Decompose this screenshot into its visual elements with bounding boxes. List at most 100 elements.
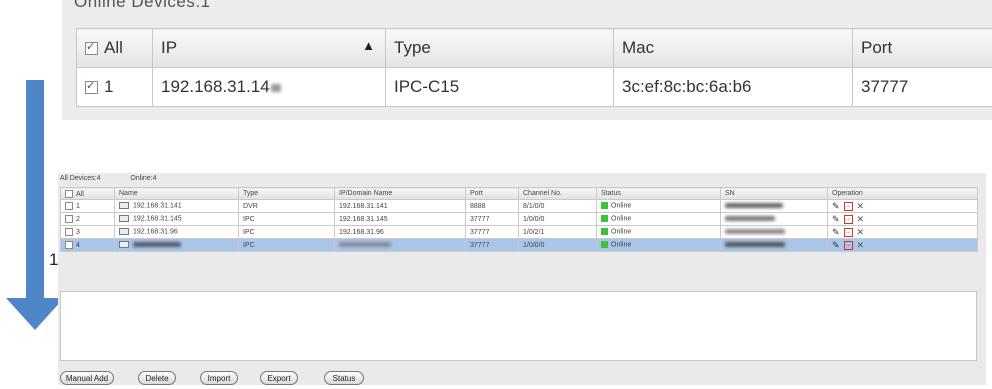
sn-column-label: SN (725, 190, 735, 197)
table-row[interactable]: 3 192.168.31.96 IPC 192.168.31.96 37777 … (60, 225, 978, 239)
delete-x-icon[interactable]: ✕ (857, 214, 865, 224)
login-icon[interactable]: → (843, 228, 853, 238)
device-ip-cell: 192.168.31.141 (334, 199, 466, 213)
online-status-icon (601, 228, 608, 236)
device-ip: 192.168.31.141 (339, 202, 388, 210)
manual-add-button[interactable]: Manual Add (60, 371, 114, 385)
device-status-cell: Online (596, 212, 721, 226)
delete-button[interactable]: Delete (138, 371, 176, 385)
ip-column-label: IP/Domain Name (339, 190, 393, 197)
device-name-cell: 192.168.31.96 (114, 225, 239, 239)
pencil-icon[interactable]: ✎ (832, 214, 840, 224)
redacted-sn (725, 216, 775, 222)
login-icon[interactable]: → (843, 215, 853, 225)
name-column-header[interactable]: Name (114, 187, 239, 200)
device-counts: All Devices:4 Online:4 (60, 175, 185, 182)
mac-column-header[interactable]: Mac (613, 28, 853, 68)
pencil-icon[interactable]: ✎ (832, 240, 840, 250)
ip-column-header[interactable]: IP/Domain Name (334, 187, 466, 200)
device-type-cell: IPC (238, 225, 335, 239)
device-status: Online (611, 241, 632, 249)
device-list-empty-area (60, 291, 977, 361)
device-sn-cell (720, 212, 828, 226)
select-all-cell[interactable]: All (60, 187, 115, 200)
row-index: 1 (104, 77, 114, 96)
online-count: Online:4 (130, 175, 157, 182)
port-column-label: Port (861, 38, 893, 57)
device-port: 37777 (470, 241, 490, 249)
down-arrow-icon (6, 298, 64, 330)
status-column-header[interactable]: Status (596, 187, 721, 200)
device-icon (119, 215, 129, 223)
row-checkbox[interactable] (85, 79, 98, 95)
row-select-cell[interactable]: 3 (60, 225, 115, 239)
redacted-device-name (133, 242, 181, 248)
row-checkbox[interactable] (65, 215, 73, 223)
device-sn-cell (720, 225, 828, 239)
select-all-checkbox[interactable] (85, 40, 98, 56)
device-list-header-row: All Name Type IP/Domain Name Port Channe… (60, 187, 978, 200)
device-port-cell: 8888 (465, 199, 519, 213)
pencil-icon[interactable]: ✎ (832, 227, 840, 237)
device-list-panel: All Devices:4 Online:4 All Name Type IP/… (58, 173, 986, 385)
device-name: 192.168.31.141 (133, 202, 182, 210)
row-select-cell[interactable]: 2 (60, 212, 115, 226)
table-row[interactable]: 1 192.168.31.14 IPC-C15 3c:ef:8c:bc:6a:b… (76, 67, 992, 107)
device-status: Online (611, 202, 632, 210)
table-row[interactable]: 2 192.168.31.145 IPC 192.168.31.145 3777… (60, 212, 978, 226)
device-ip-cell: 192.168.31.14 (152, 67, 386, 107)
operation-cell: ✎ → ✕ (827, 238, 978, 252)
table-row-selected[interactable]: 4 IPC 37777 1/0/0/0 Online ✎ → ✕ (60, 238, 978, 252)
delete-x-icon[interactable]: ✕ (857, 240, 865, 250)
row-index: 4 (76, 241, 80, 249)
device-name-cell (114, 238, 239, 252)
delete-x-icon[interactable]: ✕ (857, 227, 865, 237)
mac-column-label: Mac (622, 38, 655, 57)
row-select-cell[interactable]: 1 (60, 199, 115, 213)
redacted-sn (725, 203, 783, 209)
channel-column-header[interactable]: Channel No. (518, 187, 597, 200)
online-status-icon (601, 241, 608, 249)
select-all-checkbox[interactable] (65, 189, 73, 198)
device-channel-cell: 1/0/2/1 (518, 225, 597, 239)
import-button[interactable]: Import (200, 371, 238, 385)
device-port: 8888 (470, 202, 486, 210)
port-column-header[interactable]: Port (465, 187, 519, 200)
device-channel-cell: 1/0/0/0 (518, 212, 597, 226)
device-type: IPC (243, 228, 255, 236)
sn-column-header[interactable]: SN (720, 187, 828, 200)
login-icon[interactable]: → (843, 202, 853, 212)
device-status: Online (611, 228, 632, 236)
device-ip: 192.168.31.14 (161, 77, 270, 96)
export-button[interactable]: Export (260, 371, 298, 385)
operation-cell: ✎ → ✕ (827, 225, 978, 239)
sort-ascending-icon[interactable]: ▲ (362, 38, 375, 53)
device-sn-cell (720, 199, 828, 213)
delete-x-icon[interactable]: ✕ (857, 201, 865, 211)
operation-cell: ✎ → ✕ (827, 199, 978, 213)
row-checkbox[interactable] (65, 228, 73, 236)
table-row[interactable]: 1 192.168.31.141 DVR 192.168.31.141 8888… (60, 199, 978, 213)
pencil-icon[interactable]: ✎ (832, 201, 840, 211)
online-devices-heading: Online Devices:1 (74, 0, 211, 11)
row-select-cell[interactable]: 4 (60, 238, 115, 252)
row-checkbox[interactable] (65, 241, 73, 249)
online-devices-header-row: All IP ▲ Type Mac Port (76, 28, 992, 68)
type-column-header[interactable]: Type (238, 187, 335, 200)
device-type: IPC (243, 215, 255, 223)
device-icon (119, 202, 129, 210)
select-all-cell[interactable]: All (76, 28, 153, 68)
row-select-cell[interactable]: 1 (76, 67, 153, 107)
device-type: DVR (243, 202, 258, 210)
device-channel: 1/0/0/0 (523, 241, 545, 249)
device-port-cell: 37777 (465, 212, 519, 226)
ip-column-header[interactable]: IP ▲ (152, 28, 386, 68)
online-status-icon (601, 202, 608, 210)
device-sn-cell (720, 238, 828, 252)
row-checkbox[interactable] (65, 202, 73, 210)
status-button[interactable]: Status (324, 371, 364, 385)
redacted-sn (725, 242, 785, 248)
type-column-header[interactable]: Type (385, 28, 614, 68)
login-icon[interactable]: → (843, 241, 853, 251)
port-column-header[interactable]: Port (852, 28, 992, 68)
